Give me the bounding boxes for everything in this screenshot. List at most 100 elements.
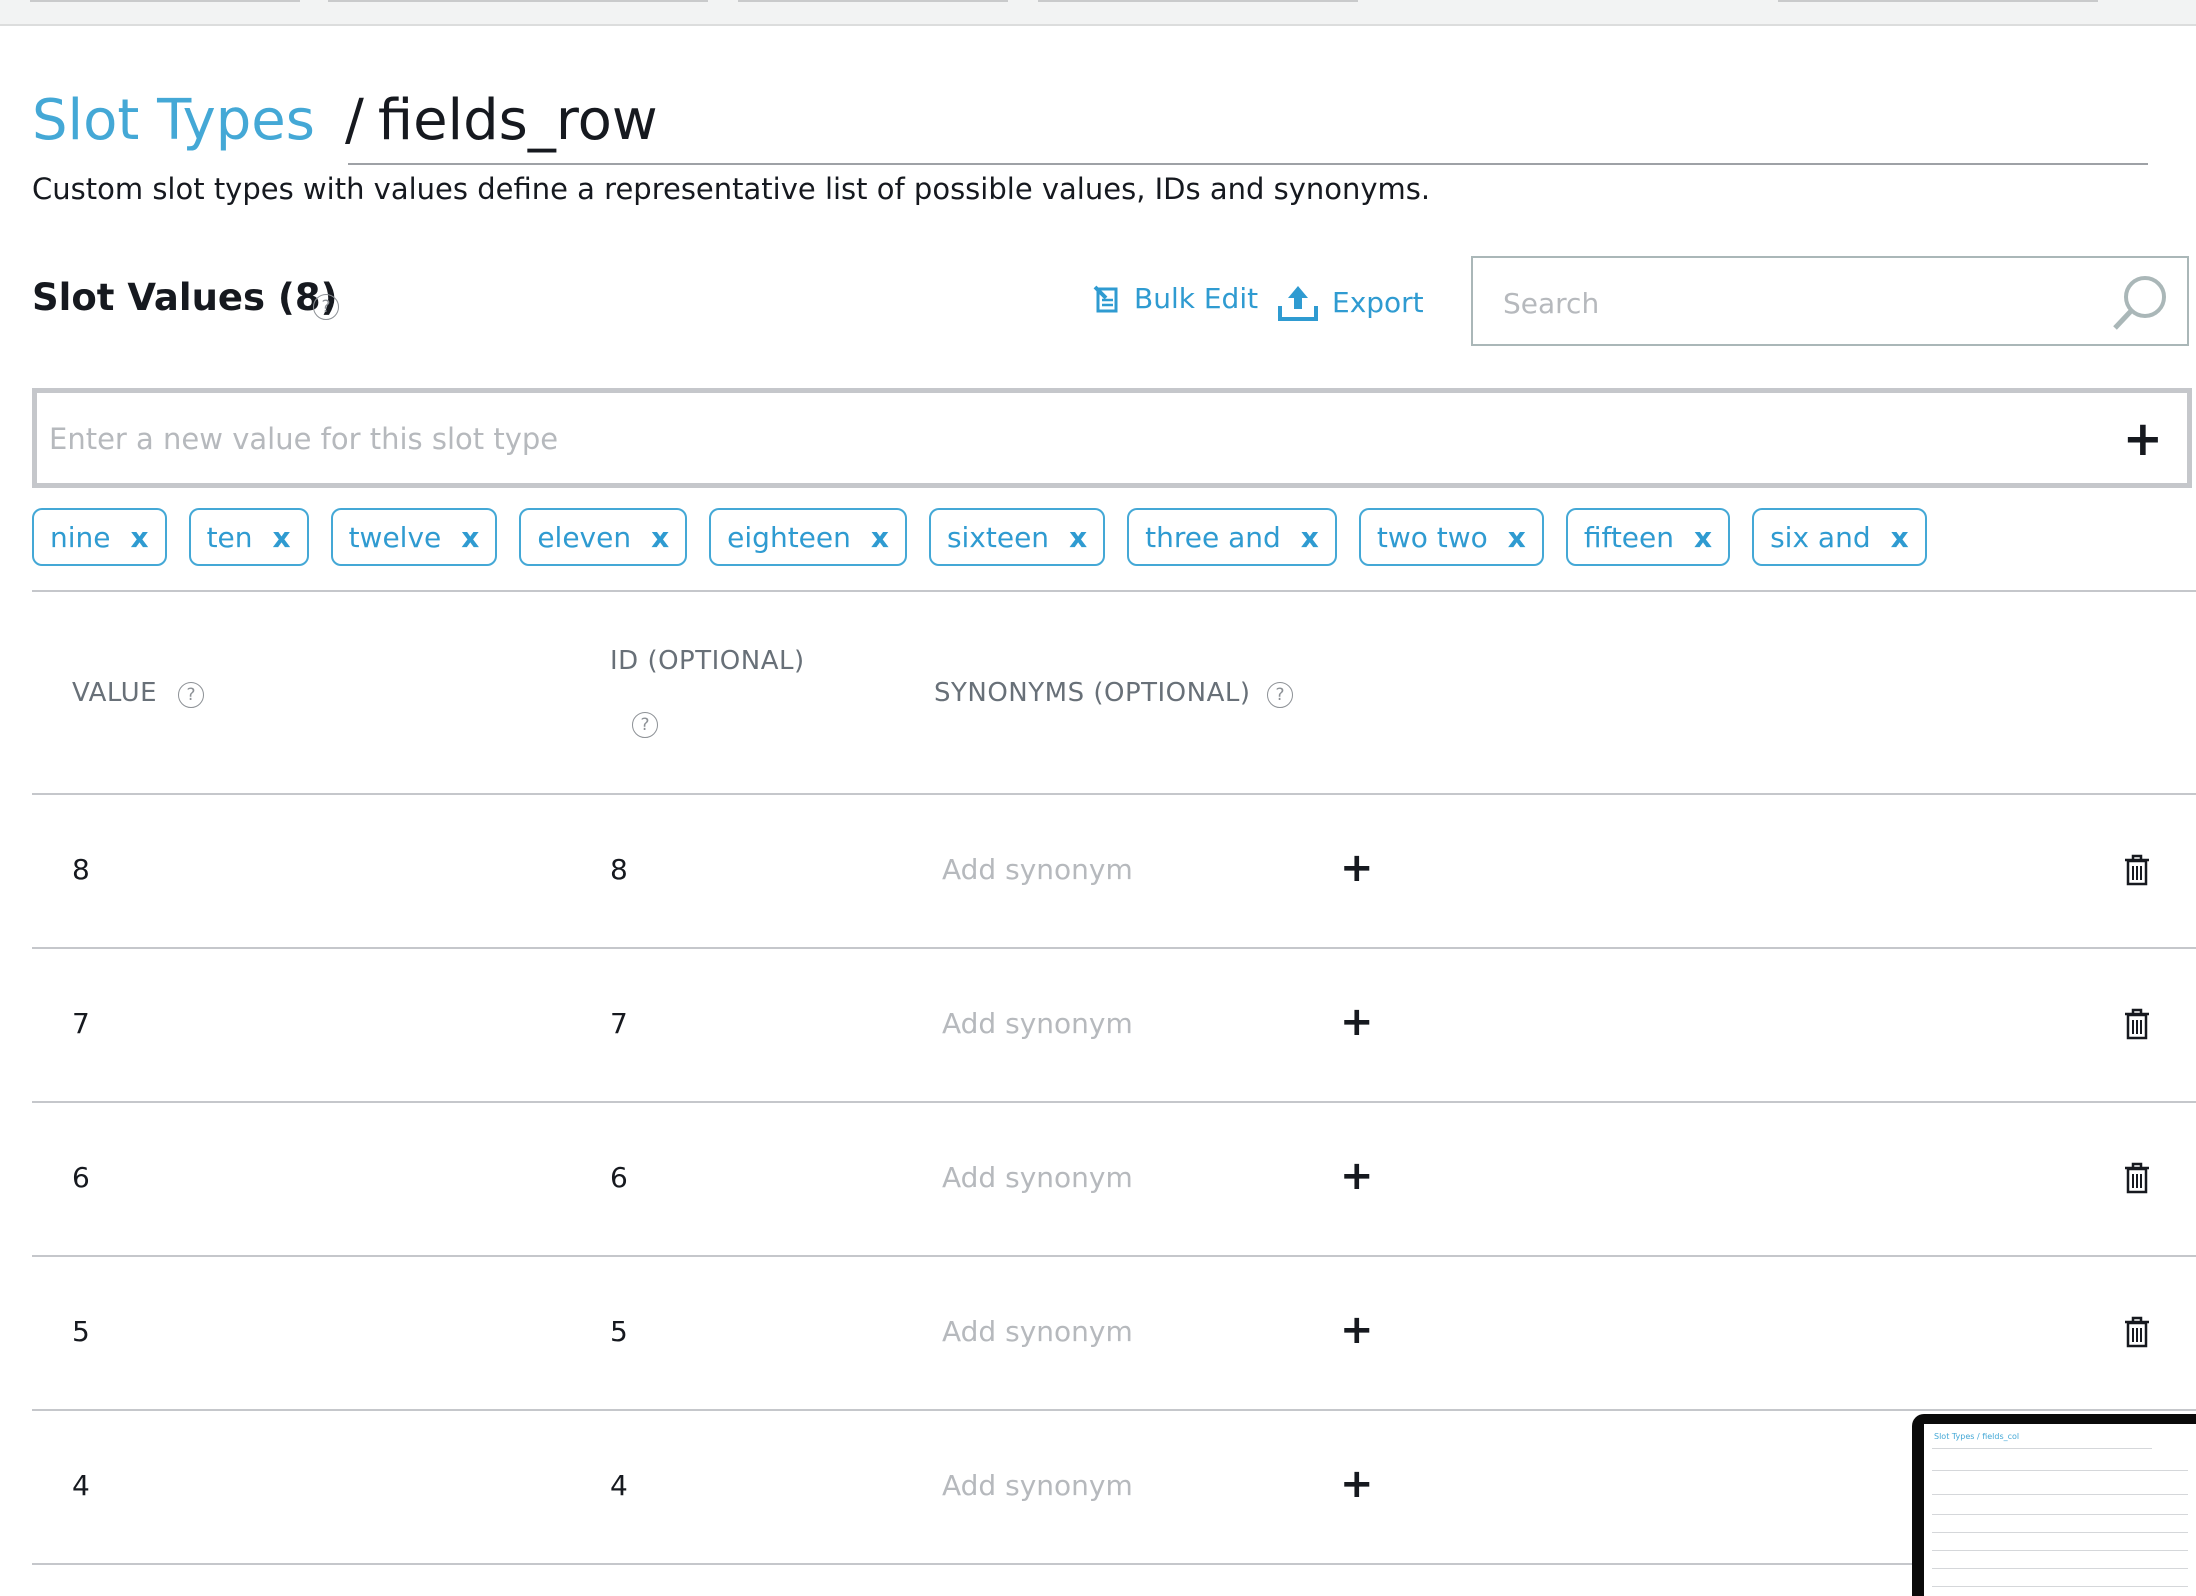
thumbnail-line (1932, 1448, 2152, 1449)
new-value-input[interactable] (47, 415, 2051, 463)
chip-label: three and (1145, 520, 1281, 554)
thumbnail-line (1932, 1550, 2188, 1551)
add-value-icon[interactable]: + (2123, 415, 2163, 463)
trash-icon[interactable] (2122, 853, 2152, 891)
table-row: 4 4 Add synonym + (32, 1411, 2196, 1565)
thumbnail-line (1932, 1586, 2188, 1587)
chip-label: two two (1376, 520, 1488, 554)
slot-values-heading: Slot Values (8) (32, 276, 338, 319)
chip-label: eighteen (727, 520, 851, 554)
page-title[interactable]: fields_row (378, 88, 658, 153)
table-row: 6 6 Add synonym + (32, 1103, 2196, 1257)
synonym-input[interactable]: Add synonym (942, 1469, 1133, 1502)
chip-label: twelve (348, 520, 442, 554)
column-header-synonyms: SYNONYMS (OPTIONAL) (934, 678, 1251, 708)
toolbar-tab[interactable] (1038, 0, 1358, 2)
thumbnail-line (1932, 1568, 2188, 1569)
chip-remove-icon[interactable]: x (871, 521, 889, 554)
search-input[interactable] (1501, 280, 2065, 326)
add-synonym-icon[interactable]: + (1340, 1461, 1374, 1507)
chip-label: nine (50, 520, 111, 554)
bulk-edit-icon (1093, 285, 1118, 312)
help-icon[interactable]: ? (1267, 682, 1293, 708)
thumbnail-line (1932, 1494, 2188, 1495)
synonym-input[interactable]: Add synonym (942, 1315, 1133, 1348)
table-row: 5 5 Add synonym + (32, 1257, 2196, 1411)
value-chip[interactable]: three and x (1127, 508, 1337, 566)
toolbar-tab[interactable] (328, 0, 708, 2)
table-row: 7 7 Add synonym + (32, 949, 2196, 1103)
divider (32, 590, 2196, 592)
screenshot-thumbnail[interactable]: Slot Types / fields_col (1912, 1414, 2196, 1596)
value-chip[interactable]: two two x (1358, 508, 1544, 566)
export-button[interactable]: Export (1276, 282, 1424, 322)
chip-label: eleven (537, 520, 632, 554)
add-synonym-icon[interactable]: + (1340, 845, 1374, 891)
value-chip[interactable]: eleven x (519, 508, 688, 566)
chip-remove-icon[interactable]: x (131, 521, 149, 554)
chip-remove-icon[interactable]: x (1069, 521, 1087, 554)
chip-label: sixteen (946, 520, 1050, 554)
value-chip[interactable]: eighteen x (709, 508, 907, 566)
value-chip[interactable]: twelve x (330, 508, 498, 566)
add-synonym-icon[interactable]: + (1340, 1153, 1374, 1199)
thumbnail-line (1932, 1470, 2188, 1471)
bulk-edit-button[interactable]: Bulk Edit (1092, 282, 1258, 315)
chip-remove-icon[interactable]: x (1508, 521, 1526, 554)
help-icon[interactable]: ? (632, 712, 658, 738)
toolbar-tab[interactable] (1778, 0, 2098, 2)
title-underline (348, 163, 2148, 165)
value-cell[interactable]: 5 (72, 1315, 90, 1348)
bulk-edit-label: Bulk Edit (1134, 282, 1259, 315)
search-icon[interactable] (2109, 270, 2173, 338)
synonym-input[interactable]: Add synonym (942, 1161, 1133, 1194)
help-icon[interactable]: ? (313, 294, 339, 320)
id-cell[interactable]: 6 (610, 1161, 628, 1194)
toolbar-tab[interactable] (738, 0, 1008, 2)
value-chip[interactable]: ten x (188, 508, 309, 566)
chip-remove-icon[interactable]: x (651, 521, 669, 554)
chip-remove-icon[interactable]: x (273, 521, 291, 554)
id-cell[interactable]: 7 (610, 1007, 628, 1040)
top-toolbar (0, 0, 2196, 26)
synonym-input[interactable]: Add synonym (942, 853, 1133, 886)
trash-icon[interactable] (2122, 1315, 2152, 1353)
value-cell[interactable]: 8 (72, 853, 90, 886)
trash-icon[interactable] (2122, 1161, 2152, 1199)
id-cell[interactable]: 4 (610, 1469, 628, 1502)
page-description: Custom slot types with values define a r… (32, 172, 1431, 206)
id-cell[interactable]: 5 (610, 1315, 628, 1348)
breadcrumb-separator: / (344, 88, 364, 153)
table-row: 8 8 Add synonym + (32, 795, 2196, 949)
breadcrumb-slot-types-link[interactable]: Slot Types (32, 88, 315, 153)
thumbnail-line (1932, 1532, 2188, 1533)
export-icon (1278, 286, 1318, 321)
chip-remove-icon[interactable]: x (1301, 521, 1319, 554)
value-cell[interactable]: 7 (72, 1007, 90, 1040)
value-cell[interactable]: 6 (72, 1161, 90, 1194)
value-chip[interactable]: six and x (1752, 508, 1927, 566)
chip-label: ten (206, 520, 253, 554)
chip-remove-icon[interactable]: x (1694, 521, 1712, 554)
thumbnail-title: Slot Types / fields_col (1934, 1432, 2020, 1441)
toolbar-tab[interactable] (30, 0, 300, 2)
column-header-id: ID (OPTIONAL) (610, 646, 805, 676)
value-cell[interactable]: 4 (72, 1469, 90, 1502)
id-cell[interactable]: 8 (610, 853, 628, 886)
chip-remove-icon[interactable]: x (461, 521, 479, 554)
value-chip[interactable]: fifteen x (1565, 508, 1731, 566)
breadcrumb: Slot Types / fields_row (32, 88, 658, 153)
thumbnail-line (1932, 1514, 2188, 1515)
thumbnail-preview: Slot Types / fields_col (1924, 1424, 2196, 1596)
add-synonym-icon[interactable]: + (1340, 999, 1374, 1045)
chip-remove-icon[interactable]: x (1891, 521, 1909, 554)
synonym-input[interactable]: Add synonym (942, 1007, 1133, 1040)
add-synonym-icon[interactable]: + (1340, 1307, 1374, 1353)
suggested-values: nine x ten x twelve x eleven x eighteen x six… (32, 508, 1949, 566)
search-box (1471, 256, 2189, 346)
chip-label: fifteen (1583, 520, 1675, 554)
value-chip[interactable]: nine x (32, 508, 167, 566)
trash-icon[interactable] (2122, 1007, 2152, 1045)
help-icon[interactable]: ? (178, 682, 204, 708)
value-chip[interactable]: sixteen x (928, 508, 1106, 566)
